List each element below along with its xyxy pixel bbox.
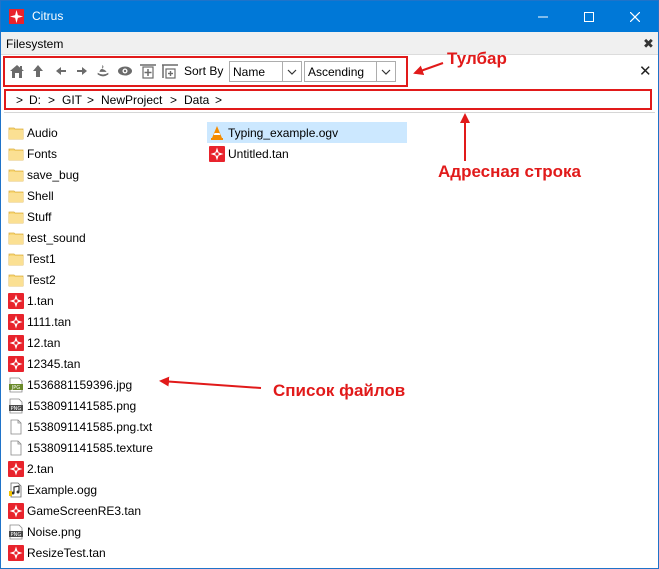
png-file-icon: PNG bbox=[8, 398, 24, 414]
folder-icon bbox=[8, 251, 24, 267]
file-item[interactable]: Untitled.tan bbox=[209, 143, 289, 164]
txt-file-icon bbox=[8, 419, 24, 435]
ogg-file-icon bbox=[8, 482, 24, 498]
tan-file-icon bbox=[209, 145, 225, 162]
file-list-annotation-label: Список файлов bbox=[273, 381, 406, 400]
file-item[interactable]: PNG 1538091141585.png bbox=[8, 395, 136, 416]
maximize-button[interactable] bbox=[566, 1, 612, 32]
folder-item[interactable]: Fonts bbox=[8, 143, 57, 164]
file-name: Stuff bbox=[27, 209, 52, 224]
folder-icon bbox=[8, 167, 24, 183]
folder-item[interactable]: test_sound bbox=[8, 227, 86, 248]
toolbar-highlight-box bbox=[3, 56, 408, 87]
file-item[interactable]: Example.ogg bbox=[8, 479, 97, 500]
file-name: Audio bbox=[27, 125, 58, 140]
file-name: 1111.tan bbox=[27, 314, 72, 329]
file-name: 1538091141585.png.txt bbox=[27, 419, 153, 434]
title-bar[interactable]: Citrus bbox=[1, 1, 658, 32]
panel-close-icon[interactable]: ✖ bbox=[643, 36, 654, 52]
svg-text:PNG: PNG bbox=[11, 532, 22, 538]
address-bar-highlight-box bbox=[4, 89, 652, 110]
panel-title: Filesystem bbox=[6, 37, 64, 51]
folder-icon bbox=[8, 230, 24, 246]
txt-file-icon bbox=[8, 440, 24, 456]
close-icon[interactable]: ✕ bbox=[639, 62, 652, 80]
folder-item[interactable]: Test1 bbox=[8, 248, 56, 269]
toolbar-annotation-label: Тулбар bbox=[447, 49, 507, 68]
svg-text:PNG: PNG bbox=[11, 406, 22, 412]
file-name: ResizeTest.tan bbox=[27, 545, 106, 560]
tan-file-icon bbox=[8, 313, 24, 330]
tan-file-icon bbox=[8, 355, 24, 372]
svg-text:JPG: JPG bbox=[11, 385, 20, 391]
file-name: 12345.tan bbox=[27, 356, 81, 371]
file-item[interactable]: GameScreenRE3.tan bbox=[8, 500, 141, 521]
file-name: Shell bbox=[27, 188, 54, 203]
file-name: 1536881159396.jpg bbox=[27, 377, 133, 392]
file-name: Test1 bbox=[27, 251, 56, 266]
file-name: 1538091141585.png bbox=[27, 398, 137, 413]
vlc-file-icon bbox=[209, 125, 225, 141]
file-list: Audio Fonts save_bug Shell Stuff test_sound Te… bbox=[1, 119, 658, 569]
filesystem-panel-header: Filesystem ✖ bbox=[1, 32, 658, 55]
folder-icon bbox=[8, 125, 24, 141]
file-item[interactable]: 1111.tan bbox=[8, 311, 71, 332]
folder-icon bbox=[8, 146, 24, 162]
file-name: GameScreenRE3.tan bbox=[27, 503, 142, 518]
tan-file-icon bbox=[8, 502, 24, 519]
app-window: Citrus Filesystem ✖ Sort By Name Ascendi… bbox=[0, 0, 659, 569]
tan-file-icon bbox=[8, 292, 24, 309]
folder-item[interactable]: Shell bbox=[8, 185, 54, 206]
folder-icon bbox=[8, 188, 24, 204]
file-item[interactable]: JPG 1536881159396.jpg bbox=[8, 374, 132, 395]
file-name: Noise.png bbox=[27, 524, 82, 539]
minimize-button[interactable] bbox=[520, 1, 566, 32]
file-item[interactable]: 1538091141585.texture bbox=[8, 437, 153, 458]
tan-file-icon bbox=[8, 334, 24, 351]
folder-item[interactable]: Audio bbox=[8, 122, 58, 143]
close-window-button[interactable] bbox=[612, 1, 658, 32]
file-name: Untitled.tan bbox=[228, 146, 289, 161]
file-name: Fonts bbox=[27, 146, 58, 161]
folder-item[interactable]: Test2 bbox=[8, 269, 56, 290]
file-name: 2.tan bbox=[27, 461, 54, 476]
file-item[interactable]: 1.tan bbox=[8, 290, 54, 311]
file-item[interactable]: 1538091141585.png.txt bbox=[8, 416, 152, 437]
file-item[interactable]: ResizeTest.tan bbox=[8, 542, 106, 563]
file-name: Test2 bbox=[27, 272, 56, 287]
address-bar-annotation-label: Адресная строка bbox=[438, 162, 582, 181]
file-name: Typing_example.ogv bbox=[228, 125, 339, 140]
folder-item[interactable]: save_bug bbox=[8, 164, 79, 185]
folder-icon bbox=[8, 272, 24, 288]
file-name: test_sound bbox=[27, 230, 86, 245]
file-name: save_bug bbox=[27, 167, 80, 182]
tan-file-icon bbox=[8, 544, 24, 561]
file-item[interactable]: 12345.tan bbox=[8, 353, 80, 374]
file-name: Example.ogg bbox=[27, 482, 98, 497]
png-file-icon: PNG bbox=[8, 524, 24, 540]
jpg-file-icon: JPG bbox=[8, 377, 24, 393]
file-item[interactable]: 12.tan bbox=[8, 332, 60, 353]
divider bbox=[4, 112, 655, 113]
file-item[interactable]: PNG Noise.png bbox=[8, 521, 81, 542]
folder-item[interactable]: Stuff bbox=[8, 206, 51, 227]
tan-file-icon bbox=[8, 460, 24, 477]
file-name: 1538091141585.texture bbox=[27, 440, 153, 455]
window-title: Citrus bbox=[32, 9, 64, 23]
file-name: 1.tan bbox=[27, 293, 54, 308]
file-name: 12.tan bbox=[27, 335, 61, 350]
folder-icon bbox=[8, 209, 24, 225]
file-item[interactable]: 2.tan bbox=[8, 458, 54, 479]
file-item[interactable]: Typing_example.ogv bbox=[207, 122, 407, 143]
citrus-app-icon bbox=[9, 9, 24, 24]
